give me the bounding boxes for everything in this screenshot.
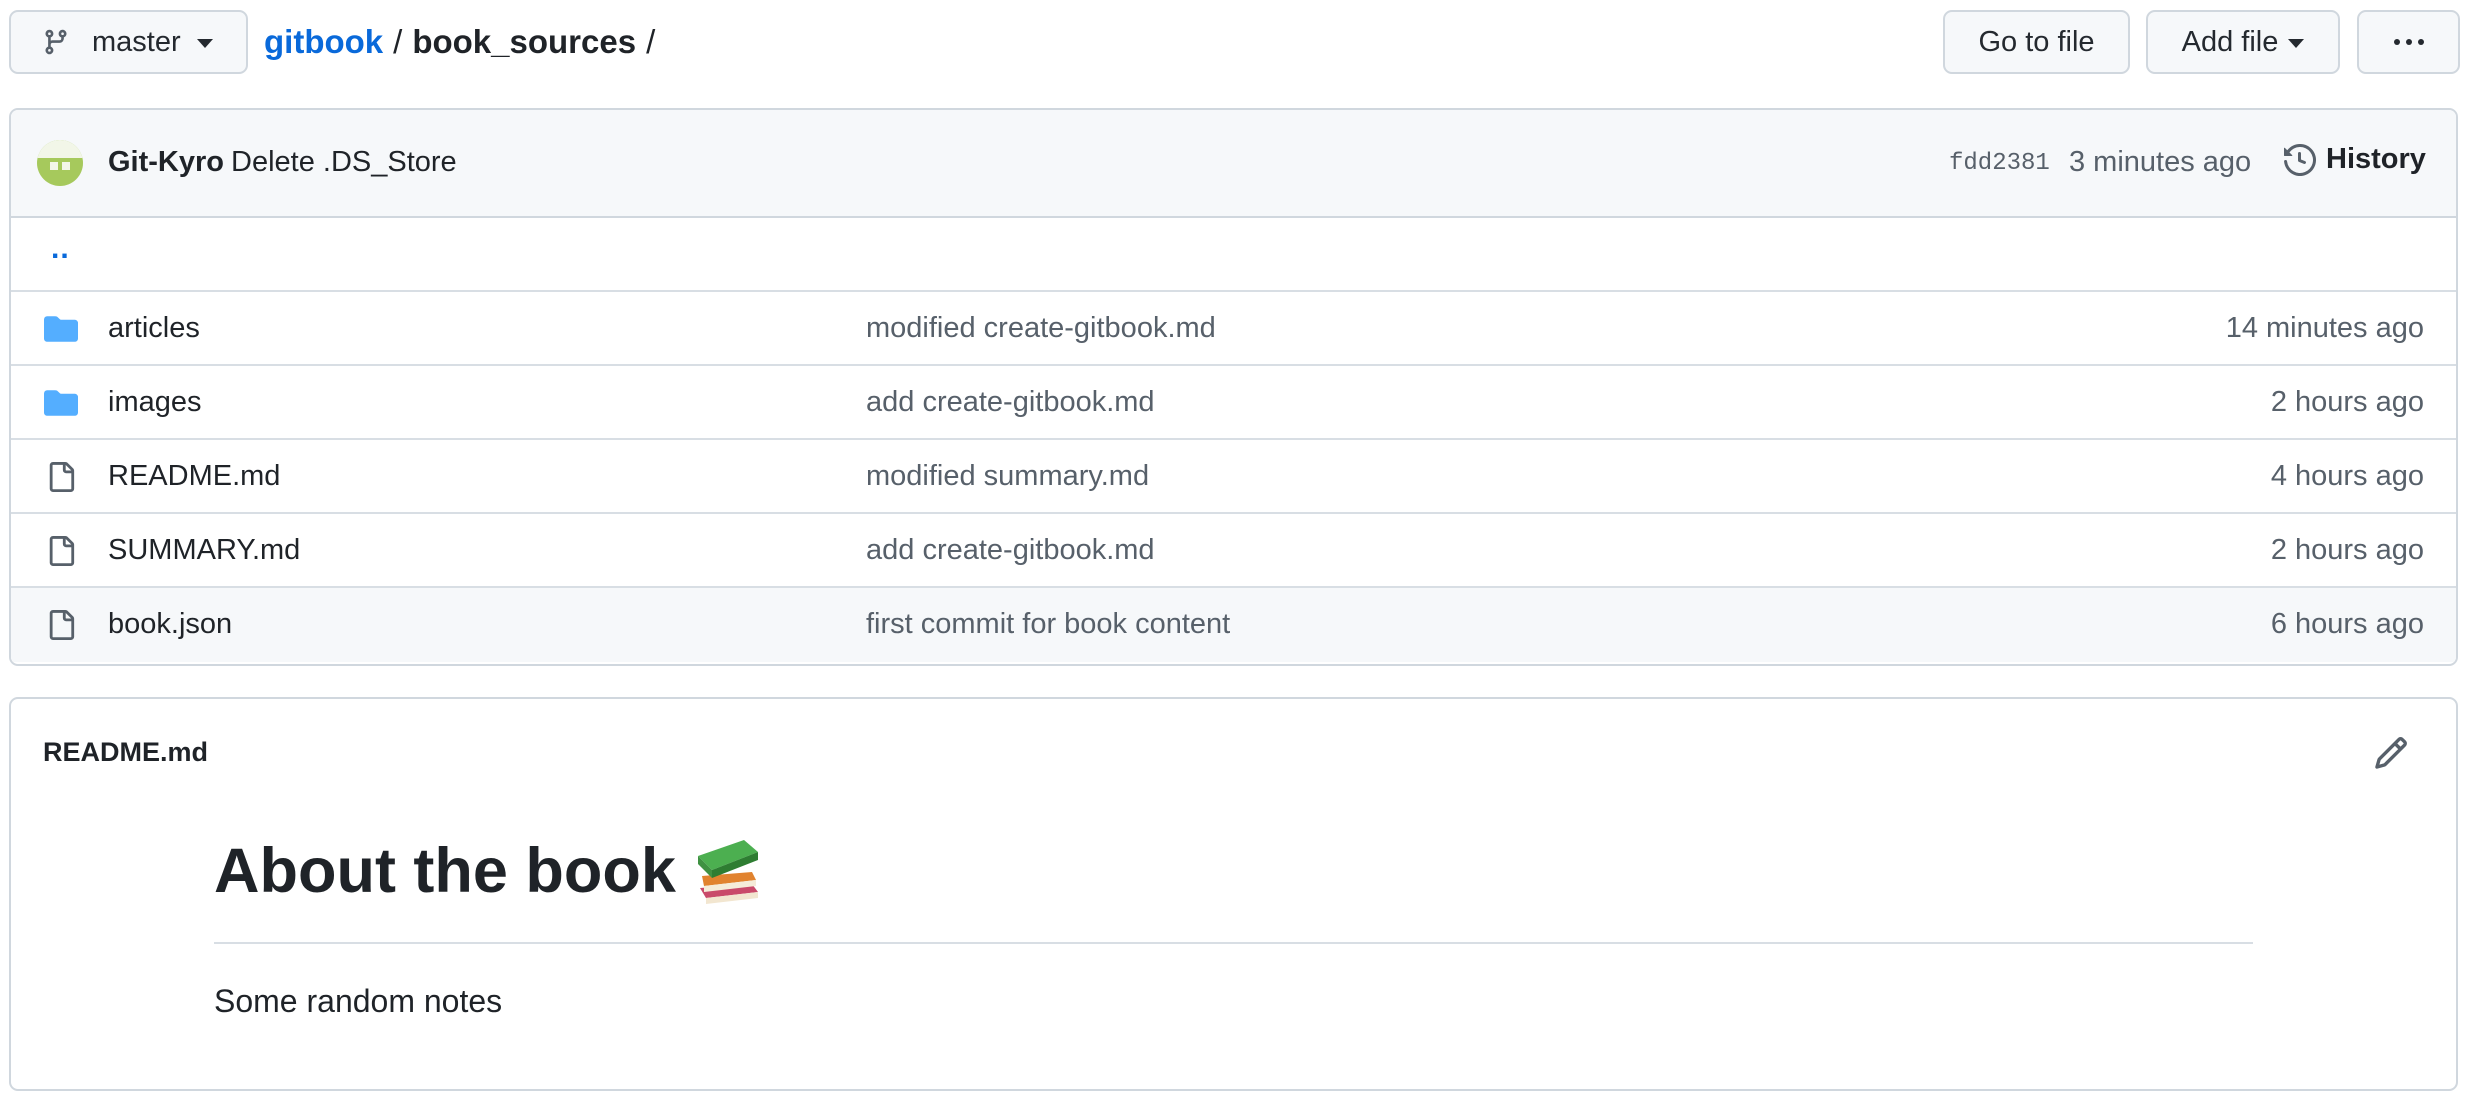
- breadcrumb: gitbook / book_sources /: [264, 20, 665, 64]
- more-options-button[interactable]: [2357, 10, 2460, 74]
- file-browser: Git-Kyro Delete .DS_Store fdd2381 3 minu…: [9, 108, 2458, 666]
- file-name-link[interactable]: images: [108, 386, 202, 419]
- file-name-link[interactable]: SUMMARY.md: [108, 534, 300, 567]
- history-label: History: [2326, 143, 2426, 175]
- readme-panel: README.md About the book Some random not…: [9, 697, 2458, 1091]
- readme-filename[interactable]: README.md: [43, 737, 208, 768]
- file-commit-message-link[interactable]: add create-gitbook.md: [866, 534, 1155, 567]
- file-icon: [44, 462, 78, 492]
- avatar[interactable]: [37, 140, 83, 186]
- commit-time: 3 minutes ago: [2069, 146, 2252, 178]
- file-commit-message-link[interactable]: add create-gitbook.md: [866, 386, 1155, 419]
- file-icon: [44, 536, 78, 566]
- parent-directory-link[interactable]: ..: [51, 232, 70, 266]
- file-name-link[interactable]: book.json: [108, 608, 232, 641]
- file-row[interactable]: README.md modified summary.md 4 hours ag…: [11, 440, 2456, 514]
- go-to-file-label: Go to file: [1978, 25, 2095, 58]
- readme-heading-text: About the book: [214, 836, 676, 906]
- breadcrumb-separator: /: [393, 23, 403, 60]
- file-row[interactable]: images add create-gitbook.md 2 hours ago: [11, 366, 2456, 440]
- file-row[interactable]: articles modified create-gitbook.md 14 m…: [11, 292, 2456, 366]
- go-to-file-button[interactable]: Go to file: [1943, 10, 2130, 74]
- folder-icon: [44, 314, 78, 344]
- branch-name: master: [92, 25, 181, 58]
- file-commit-age: 4 hours ago: [2270, 460, 2424, 492]
- commit-author-link[interactable]: Git-Kyro: [108, 146, 224, 179]
- readme-heading: About the book: [214, 835, 762, 907]
- commit-sha-link[interactable]: fdd2381: [1949, 150, 2050, 177]
- git-branch-icon: [42, 28, 70, 56]
- file-commit-age: 6 hours ago: [2270, 608, 2424, 640]
- readme-paragraph: Some random notes: [214, 983, 503, 1019]
- file-row[interactable]: SUMMARY.md add create-gitbook.md 2 hours…: [11, 514, 2456, 588]
- kebab-horizontal-icon: [2393, 39, 2424, 45]
- breadcrumb-trailing-separator: /: [646, 23, 656, 60]
- latest-commit-bar: Git-Kyro Delete .DS_Store fdd2381 3 minu…: [11, 110, 2456, 218]
- repo-nav-bar: master gitbook / book_sources / Go to fi…: [0, 0, 2466, 84]
- file-icon: [44, 610, 78, 640]
- history-icon: [2284, 143, 2316, 176]
- file-commit-age: 2 hours ago: [2270, 534, 2424, 566]
- file-commit-age: 2 hours ago: [2270, 386, 2424, 418]
- file-commit-message-link[interactable]: modified summary.md: [866, 460, 1149, 493]
- add-file-button[interactable]: Add file: [2146, 10, 2340, 74]
- branch-select-button[interactable]: master: [9, 10, 248, 74]
- books-emoji-icon: [694, 836, 762, 906]
- folder-icon: [44, 388, 78, 418]
- file-row[interactable]: book.json first commit for book content …: [11, 588, 2456, 662]
- breadcrumb-current-folder: book_sources: [412, 23, 637, 60]
- file-commit-age: 14 minutes ago: [2225, 312, 2424, 344]
- history-button[interactable]: History: [2284, 143, 2426, 176]
- heading-divider: [214, 942, 2253, 944]
- file-commit-message-link[interactable]: first commit for book content: [866, 608, 1230, 641]
- chevron-down-icon: [2288, 39, 2305, 48]
- file-name-link[interactable]: README.md: [108, 460, 280, 493]
- file-name-link[interactable]: articles: [108, 312, 200, 345]
- commit-message-link[interactable]: Delete .DS_Store: [231, 146, 457, 179]
- chevron-down-icon: [196, 39, 213, 48]
- parent-directory-row[interactable]: ..: [11, 218, 2456, 292]
- file-commit-message-link[interactable]: modified create-gitbook.md: [866, 312, 1216, 345]
- pencil-icon[interactable]: [2373, 735, 2409, 771]
- breadcrumb-repo-link[interactable]: gitbook: [264, 23, 383, 61]
- add-file-label: Add file: [2181, 25, 2279, 58]
